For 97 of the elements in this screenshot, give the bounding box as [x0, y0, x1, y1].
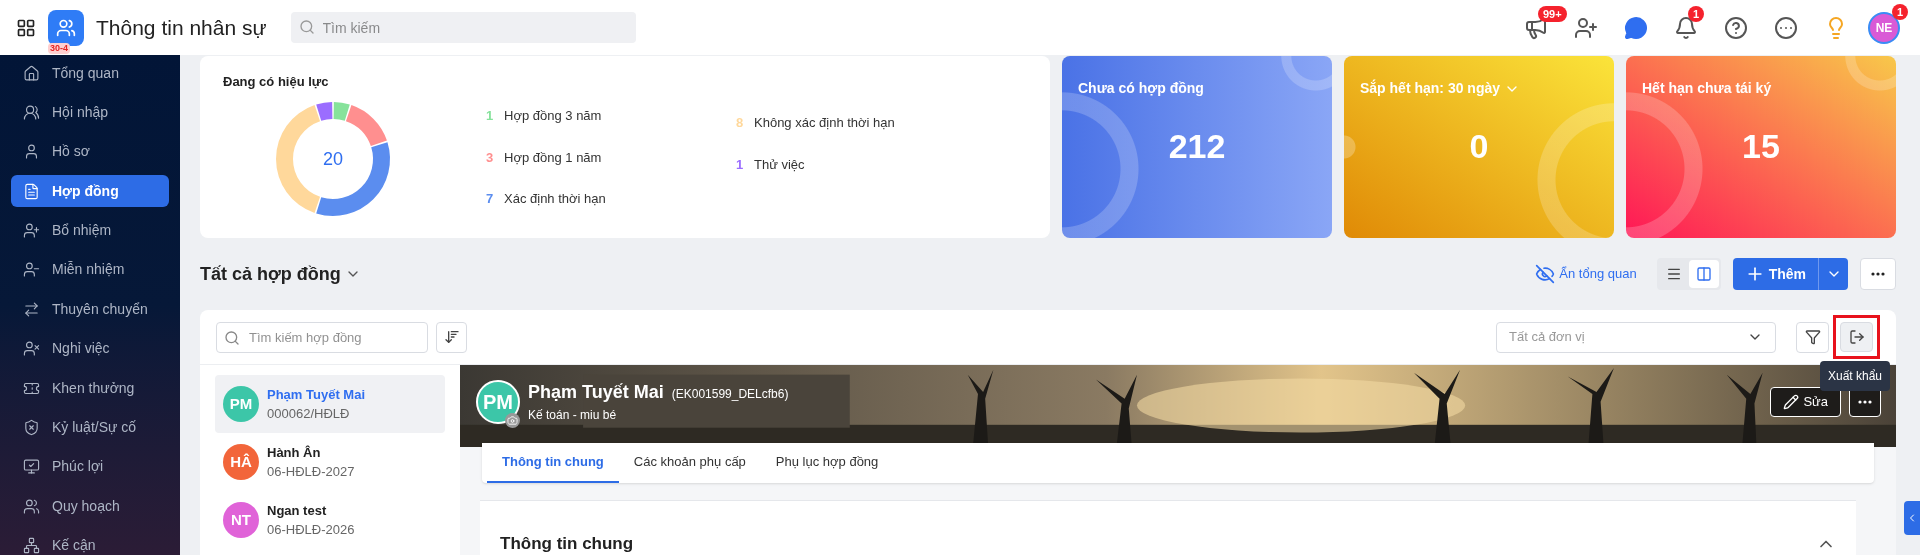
sort-button[interactable]	[436, 321, 467, 353]
notification-badge: 1	[1891, 3, 1908, 20]
sidebar-item[interactable]: Miễn nhiệm	[11, 253, 169, 286]
employee-name: Hành Ân	[267, 444, 322, 462]
edit-button[interactable]: Sửa	[1770, 386, 1841, 417]
person-x-icon	[23, 340, 40, 358]
add-button[interactable]: Thêm	[1732, 258, 1818, 290]
person-plus-icon	[23, 222, 40, 240]
card-title: Đang có hiệu lực	[223, 73, 330, 91]
sidebar-item[interactable]: Hợp đồng	[11, 175, 169, 208]
sort-icon	[443, 329, 460, 345]
hide-overview-link[interactable]: Ẩn tổng quan	[1535, 264, 1637, 284]
contract-search-field[interactable]: Tìm kiếm hợp đồng	[216, 321, 428, 353]
tooltip: Xuất khẩu	[1819, 361, 1890, 391]
legend-label: Hợp đồng 3 năm	[504, 107, 602, 126]
legend-label: Hợp đồng 1 năm	[504, 148, 602, 167]
sidebar-item[interactable]: Hồ sơ	[11, 135, 169, 168]
tab[interactable]: Các khoản phụ cấp	[618, 443, 761, 483]
sidebar-item[interactable]: Thuyên chuyển	[11, 293, 169, 326]
initials-avatar: NT	[223, 502, 259, 538]
logo-badge: 30-4	[48, 42, 70, 54]
group-icon	[23, 103, 40, 121]
export-icon	[1848, 329, 1865, 345]
people-icon	[23, 497, 40, 515]
stat-title: Chưa có hợp đồng	[1078, 79, 1204, 98]
sidebar-item[interactable]: Bổ nhiệm	[11, 214, 169, 247]
people-icon	[56, 17, 76, 38]
search-icon	[298, 19, 315, 35]
stat-title: Hết hạn chưa tái ký	[1642, 79, 1772, 98]
contract-code: 06-HĐLĐ-2026	[267, 521, 355, 539]
employee-code: (EK001599_DELcfb6)	[671, 386, 789, 403]
donut-total: 20	[323, 149, 343, 168]
legend-label: Không xác định thời hạn	[754, 114, 895, 133]
job-title: Kế toán - miu bé	[528, 407, 618, 424]
notification-badge: 1	[1688, 5, 1705, 22]
eye-off-icon	[1535, 264, 1556, 284]
tab[interactable]: Thông tin chung	[487, 443, 619, 483]
person-plus-icon	[1574, 15, 1598, 40]
collapse-handle[interactable]	[1904, 501, 1920, 535]
section-title: Thông tin chung	[500, 532, 634, 555]
contract-list-item[interactable]: NT Ngan test 06-HĐLĐ-2026	[215, 491, 445, 549]
legend-count: 7	[486, 190, 495, 209]
list-icon	[1665, 266, 1682, 282]
stat-value: 15	[1742, 129, 1780, 163]
sidebar-item[interactable]: Khen thưởng	[11, 372, 169, 405]
contract-list-item[interactable]: PM Phạm Tuyết Mai 000062/HĐLĐ	[215, 375, 445, 433]
app-grid-icon[interactable]	[16, 17, 36, 38]
contract-code: 000062/HĐLĐ	[267, 405, 351, 423]
search-field[interactable]: Tìm kiếm	[290, 12, 636, 43]
help-icon	[1724, 15, 1748, 40]
transfer-icon	[23, 300, 40, 318]
legend-label: Xác định thời hạn	[504, 190, 606, 209]
contract-code: 06-HĐLĐ-2027	[267, 463, 355, 481]
employee-name: Phạm Tuyết Mai	[528, 381, 664, 404]
person-minus-icon	[23, 261, 40, 279]
sidebar-item[interactable]: Tổng quan	[11, 57, 169, 89]
sidebar-item[interactable]: Kế cận	[11, 529, 169, 555]
contract-list-item[interactable]: HÂ Hành Ân 06-HĐLĐ-2027	[215, 433, 445, 491]
employee-name: Ngan test	[267, 502, 328, 520]
filter-icon	[1804, 329, 1821, 345]
initials-avatar: PM	[223, 386, 259, 422]
sidebar-item[interactable]: Hội nhập	[11, 96, 169, 129]
sidebar-item[interactable]: Phúc lợi	[11, 450, 169, 483]
person-icon	[23, 143, 40, 161]
hierarchy-icon	[23, 537, 40, 555]
sidebar-item[interactable]: Kỷ luật/Sự cố	[11, 411, 169, 444]
columns-icon	[1695, 266, 1712, 282]
search-icon	[224, 329, 240, 346]
more-icon	[1774, 15, 1798, 40]
shield-icon	[23, 419, 40, 436]
page-heading: Tất cả hợp đồng	[200, 262, 341, 286]
initials-avatar: HÂ	[223, 444, 259, 480]
legend-count: 8	[736, 114, 745, 133]
employee-name: Phạm Tuyết Mai	[267, 386, 365, 404]
notification-badge: 99+	[1538, 5, 1567, 22]
stat-value: 212	[1168, 129, 1226, 163]
sidebar-item[interactable]: Quy hoạch	[11, 490, 169, 523]
app-logo[interactable]	[48, 9, 84, 46]
document-icon	[23, 182, 40, 200]
legend-count: 1	[486, 107, 495, 126]
legend-count: 3	[486, 148, 495, 167]
export-button[interactable]	[1840, 322, 1873, 352]
legend-label: Thử việc	[754, 155, 805, 174]
home-icon	[23, 64, 40, 82]
monitor-icon	[23, 458, 40, 476]
stat-card[interactable]: Chưa có hợp đồng 212	[1062, 56, 1332, 238]
more-icon	[1871, 272, 1885, 276]
more-icon	[1858, 399, 1872, 404]
legend-count: 1	[736, 155, 745, 174]
pencil-icon	[1783, 393, 1800, 410]
app-title: Thông tin nhân sự	[96, 14, 267, 41]
tab[interactable]: Phụ lục hợp đồng	[760, 443, 894, 483]
filter-button[interactable]	[1796, 321, 1829, 353]
chat-icon	[1624, 15, 1648, 40]
stat-value: 0	[1469, 129, 1489, 163]
stat-title: Sắp hết hạn: 30 ngày	[1360, 78, 1501, 98]
sidebar-item[interactable]: Nghỉ việc	[11, 332, 169, 365]
